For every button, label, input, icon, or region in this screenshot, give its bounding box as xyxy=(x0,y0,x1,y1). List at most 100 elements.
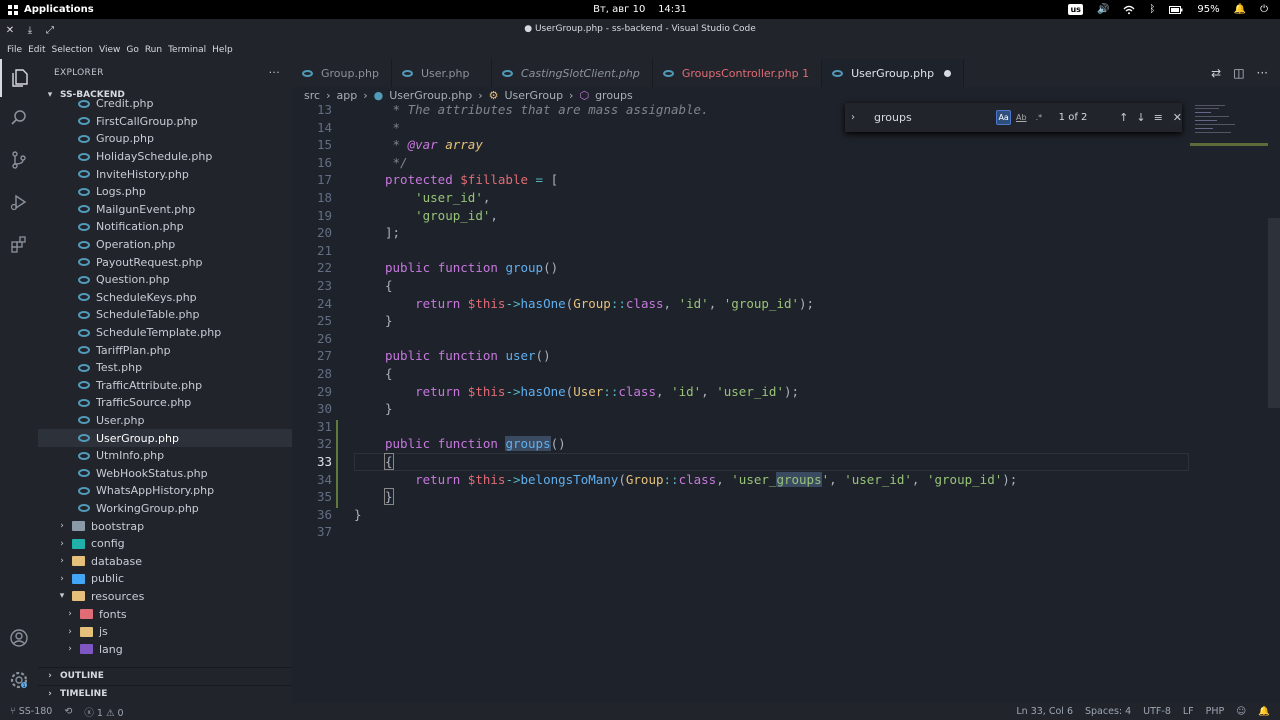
more-actions-icon[interactable]: ··· xyxy=(1257,66,1268,80)
folder-item[interactable]: › bootstrap xyxy=(38,517,292,535)
tab-groupscontroller-php-1[interactable]: GroupsController.php 1 xyxy=(653,59,823,87)
code-line[interactable]: 34 return $this->belongsToMany(Group::cl… xyxy=(292,471,1192,489)
folder-item[interactable]: › database xyxy=(38,552,292,570)
volume-icon[interactable]: 🔊 xyxy=(1097,4,1109,15)
file-item[interactable]: Notification.php xyxy=(38,218,292,236)
menu-edit[interactable]: Edit xyxy=(25,45,48,55)
folder-item[interactable]: › public xyxy=(38,570,292,588)
timeline-section[interactable]: › TIMELINE xyxy=(38,685,292,702)
file-item[interactable]: Test.php xyxy=(38,359,292,377)
clock-date[interactable]: Вт, авг 10 xyxy=(593,4,645,15)
match-word-toggle[interactable]: Ab xyxy=(1013,110,1029,125)
file-item[interactable]: Logs.php xyxy=(38,183,292,201)
menu-file[interactable]: File xyxy=(4,45,25,55)
settings-gear-icon[interactable]: 1 xyxy=(0,661,38,699)
file-item[interactable]: WhatsAppHistory.php xyxy=(38,482,292,500)
file-item[interactable]: UtmInfo.php xyxy=(38,447,292,465)
breadcrumb-src[interactable]: src xyxy=(304,89,320,102)
menu-run[interactable]: Run xyxy=(142,45,165,55)
source-control-icon[interactable] xyxy=(0,141,38,179)
file-item[interactable]: InviteHistory.php xyxy=(38,165,292,183)
code-line[interactable]: 24 return $this->hasOne(Group::class, 'i… xyxy=(292,295,1192,313)
code-line[interactable]: 32 public function groups() xyxy=(292,435,1192,453)
code-line[interactable]: 20]; xyxy=(292,224,1192,242)
applications-menu[interactable]: Applications xyxy=(0,4,94,15)
code-line[interactable]: 26 xyxy=(292,330,1192,348)
end-of-line[interactable]: LF xyxy=(1183,706,1194,717)
code-line[interactable]: 29 return $this->hasOne(User::class, 'id… xyxy=(292,383,1192,401)
file-item[interactable]: ScheduleTemplate.php xyxy=(38,324,292,342)
file-item[interactable]: Group.php xyxy=(38,130,292,148)
folder-item[interactable]: ▾ resources xyxy=(38,588,292,606)
code-line[interactable]: 18 'user_id', xyxy=(292,189,1192,207)
file-item[interactable]: Credit.php xyxy=(38,95,292,113)
file-item[interactable]: TrafficSource.php xyxy=(38,394,292,412)
more-actions-icon[interactable]: ··· xyxy=(269,66,280,79)
tab-group-php[interactable]: Group.php xyxy=(292,59,392,87)
outline-section[interactable]: › OUTLINE xyxy=(38,667,292,684)
branch-indicator[interactable]: ⑂ SS-180 xyxy=(10,706,52,717)
folder-item[interactable]: › fonts xyxy=(38,605,292,623)
file-item[interactable]: ScheduleTable.php xyxy=(38,306,292,324)
breadcrumb-class[interactable]: UserGroup xyxy=(504,89,563,102)
code-line[interactable]: 25} xyxy=(292,312,1192,330)
match-case-toggle[interactable]: Aa xyxy=(995,110,1012,125)
tab-castingslotclient-php[interactable]: CastingSlotClient.php xyxy=(492,59,653,87)
unsaved-dot-icon[interactable] xyxy=(944,69,952,77)
tab-usergroup-php[interactable]: UserGroup.php xyxy=(822,59,965,87)
file-item[interactable]: Question.php xyxy=(38,271,292,289)
file-item[interactable]: PayoutRequest.php xyxy=(38,253,292,271)
minimap[interactable] xyxy=(1190,103,1270,153)
code-line[interactable]: 30} xyxy=(292,400,1192,418)
notifications-bell-icon[interactable]: 🔔 xyxy=(1258,706,1270,717)
problems-indicator[interactable]: ⓧ 1 ⚠ 0 xyxy=(84,705,123,719)
language-mode[interactable]: PHP xyxy=(1206,706,1225,717)
code-line[interactable]: 31 xyxy=(292,418,1192,436)
menu-help[interactable]: Help xyxy=(209,45,236,55)
file-item[interactable]: ScheduleKeys.php xyxy=(38,289,292,307)
file-item[interactable]: FirstCallGroup.php xyxy=(38,113,292,131)
code-editor[interactable]: 13 * The attributes that are mass assign… xyxy=(292,102,1280,703)
folder-item[interactable]: › config xyxy=(38,535,292,553)
code-line[interactable]: 17 protected $fillable = [ xyxy=(292,171,1192,189)
folder-item[interactable]: › js xyxy=(38,623,292,641)
file-item[interactable]: WebHookStatus.php xyxy=(38,464,292,482)
menu-go[interactable]: Go xyxy=(123,45,141,55)
breadcrumb-method[interactable]: groups xyxy=(595,89,633,102)
feedback-icon[interactable]: ☺ xyxy=(1236,706,1246,717)
code-line[interactable]: 16 */ xyxy=(292,154,1192,172)
split-editor-icon[interactable]: ◫ xyxy=(1233,66,1244,80)
toggle-replace-icon[interactable]: › xyxy=(851,112,855,123)
menu-view[interactable]: View xyxy=(96,45,123,55)
explorer-icon[interactable] xyxy=(0,59,38,97)
search-icon[interactable] xyxy=(0,99,38,137)
file-item[interactable]: Operation.php xyxy=(38,236,292,254)
run-debug-icon[interactable] xyxy=(0,183,38,221)
file-item[interactable]: User.php xyxy=(38,412,292,430)
notification-icon[interactable]: 🔔 xyxy=(1234,4,1246,15)
find-in-selection-icon[interactable]: ≡ xyxy=(1154,111,1163,124)
clock-time[interactable]: 14:31 xyxy=(658,4,687,15)
code-line[interactable]: 19 'group_id', xyxy=(292,207,1192,225)
folder-item[interactable]: › lang xyxy=(38,640,292,658)
indentation[interactable]: Spaces: 4 xyxy=(1085,706,1131,717)
file-item[interactable]: UserGroup.php xyxy=(38,429,292,447)
file-item[interactable]: MailgunEvent.php xyxy=(38,201,292,219)
tab-user-php[interactable]: User.php xyxy=(392,59,492,87)
power-icon[interactable]: ⏻ xyxy=(1260,4,1268,15)
regex-toggle[interactable]: .* xyxy=(1031,110,1047,125)
breadcrumb-app[interactable]: app xyxy=(336,89,357,102)
sync-icon[interactable]: ⟲ xyxy=(64,706,72,717)
menu-terminal[interactable]: Terminal xyxy=(165,45,209,55)
close-find-icon[interactable]: ✕ xyxy=(1173,111,1182,124)
code-line[interactable]: 21 xyxy=(292,242,1192,260)
battery-icon[interactable] xyxy=(1169,5,1183,14)
code-line[interactable]: 28 { xyxy=(292,365,1192,383)
file-item[interactable]: TariffPlan.php xyxy=(38,341,292,359)
menu-selection[interactable]: Selection xyxy=(49,45,96,55)
editor-scrollbar[interactable] xyxy=(1268,218,1280,408)
find-input[interactable]: groups xyxy=(869,108,996,128)
minimize-window-icon[interactable]: ⤓ xyxy=(20,25,40,36)
next-match-icon[interactable]: ↓ xyxy=(1136,111,1145,124)
previous-match-icon[interactable]: ↑ xyxy=(1119,111,1128,124)
